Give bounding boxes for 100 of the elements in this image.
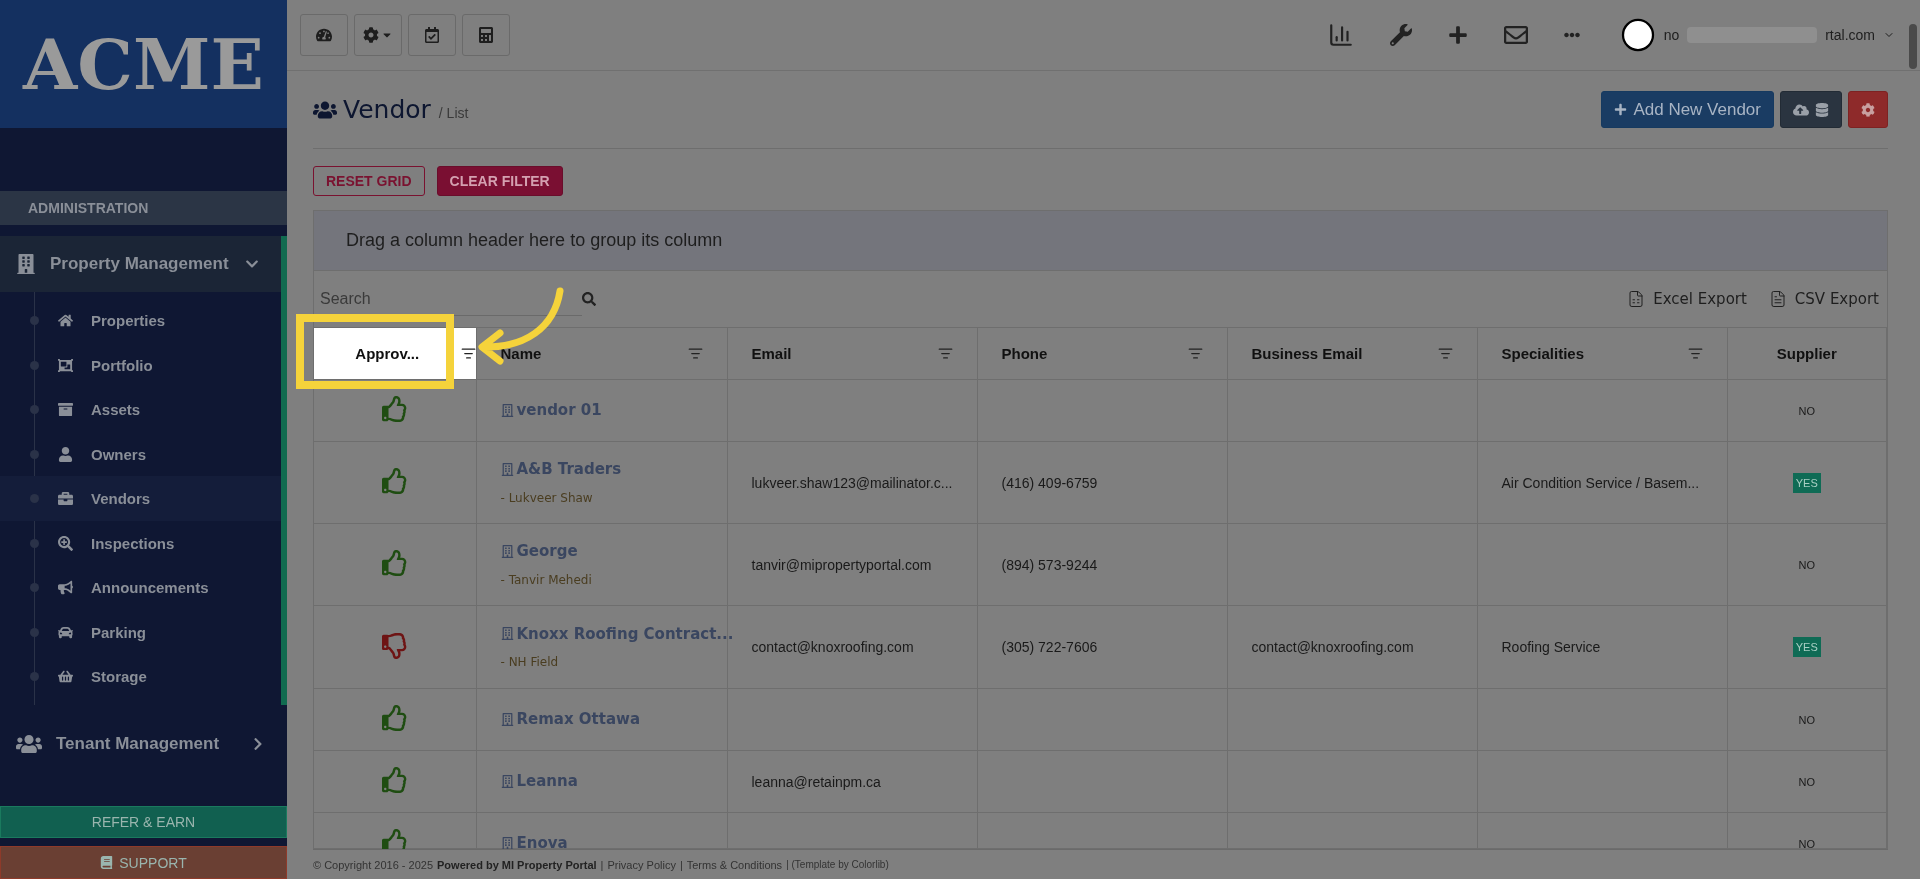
support-button[interactable]: SUPPORT bbox=[0, 846, 287, 879]
nav-icon bbox=[58, 357, 73, 373]
contact-name: - NH Field bbox=[500, 655, 560, 670]
nav-group[interactable]: Property Management bbox=[0, 236, 281, 293]
spreadsheet-file-icon bbox=[1627, 290, 1646, 308]
nav-item[interactable]: Parking bbox=[0, 610, 281, 655]
refer-button[interactable]: REFER & EARN bbox=[0, 806, 287, 839]
search-icon bbox=[582, 292, 596, 306]
file-icon bbox=[1768, 290, 1787, 308]
nav-icon bbox=[58, 624, 73, 640]
clear-filter-button[interactable]: CLEAR FILTER bbox=[436, 166, 563, 196]
supplier-badge: YES bbox=[1792, 472, 1821, 493]
column-header[interactable]: Approv... bbox=[314, 327, 476, 380]
footer-link[interactable]: Privacy Policy bbox=[607, 858, 676, 871]
calculator-icon bbox=[478, 27, 494, 43]
group-panel: Drag a column header here to group its column bbox=[314, 211, 1887, 270]
nav-item[interactable]: Storage bbox=[0, 654, 281, 699]
nav-item[interactable]: Owners bbox=[0, 432, 281, 477]
column-header[interactable]: Phone bbox=[977, 327, 1227, 380]
nav-icon bbox=[58, 535, 73, 551]
search-field[interactable]: Search bbox=[318, 282, 582, 316]
contact-name: - Tanvir Mehedi bbox=[500, 572, 593, 587]
contact-name: - Lukveer Shaw bbox=[500, 490, 594, 505]
column-header[interactable]: Specialities bbox=[1477, 327, 1727, 380]
nav-item[interactable]: Properties bbox=[0, 298, 281, 343]
wrench-icon[interactable] bbox=[1389, 24, 1412, 46]
column-header[interactable]: Name bbox=[476, 327, 727, 380]
plus-icon bbox=[1614, 103, 1628, 116]
section-heading: ADMINISTRATION bbox=[0, 191, 287, 226]
tree-dot bbox=[30, 627, 39, 637]
logo: ACME bbox=[0, 0, 287, 129]
tree-dot bbox=[30, 316, 39, 326]
table-cell: lukveer.shaw123@mailinator.c... bbox=[751, 474, 953, 491]
dashboard-button[interactable] bbox=[300, 14, 348, 56]
tree-dot bbox=[30, 583, 39, 593]
table-cell: (416) 409-6759 bbox=[1001, 474, 1098, 491]
database-icon bbox=[1815, 102, 1829, 117]
calculator-button[interactable] bbox=[462, 14, 510, 56]
footer-link[interactable]: Terms & Conditions bbox=[686, 858, 783, 871]
table-cell: Air Condition Service / Basem... bbox=[1501, 474, 1700, 491]
supplier-text: NO bbox=[1797, 836, 1816, 849]
settings-button[interactable] bbox=[1848, 91, 1888, 128]
avatar-icon[interactable] bbox=[1619, 17, 1656, 53]
user-email[interactable]: no bbox=[1663, 27, 1680, 43]
supplier-text: NO bbox=[1797, 774, 1816, 790]
building-icon bbox=[500, 462, 514, 476]
building-icon bbox=[500, 712, 514, 726]
nav-item[interactable]: Portfolio bbox=[0, 343, 281, 388]
csv-export-link[interactable]: CSV Export bbox=[1768, 290, 1879, 308]
table-cell: Roofing Service bbox=[1501, 639, 1601, 655]
table-cell: (305) 722-7606 bbox=[1001, 639, 1098, 655]
footer-text: | (Template by Colorlib) bbox=[786, 859, 889, 870]
tree-dot bbox=[30, 449, 39, 459]
building-icon bbox=[500, 403, 514, 417]
add-vendor-button[interactable]: Add New Vendor bbox=[1601, 91, 1774, 128]
mail-icon[interactable] bbox=[1503, 23, 1528, 47]
filter-icon[interactable] bbox=[460, 346, 476, 361]
calendar-icon bbox=[424, 27, 440, 43]
breadcrumb: / List bbox=[438, 104, 469, 121]
cloud-upload-icon bbox=[1793, 101, 1809, 118]
gear-icon bbox=[1861, 102, 1875, 117]
reset-grid-button[interactable]: RESET GRID bbox=[313, 166, 425, 196]
nav-icon bbox=[58, 402, 73, 418]
supplier-badge: YES bbox=[1792, 637, 1821, 657]
building-icon bbox=[500, 836, 514, 849]
tree-dot bbox=[30, 360, 39, 370]
nav-group[interactable]: Tenant Management bbox=[0, 716, 287, 772]
nav-item[interactable]: Inspections bbox=[0, 521, 281, 566]
table-cell: contact@knoxroofing.com bbox=[1251, 639, 1414, 655]
footer-text: | bbox=[679, 858, 683, 871]
user-email[interactable]: rtal.com bbox=[1825, 27, 1875, 43]
bar-chart-icon[interactable] bbox=[1327, 22, 1354, 48]
building-icon bbox=[500, 774, 514, 788]
nav-item[interactable]: Vendors bbox=[0, 476, 281, 521]
building-icon bbox=[500, 544, 514, 558]
column-header[interactable]: Business Email bbox=[1227, 327, 1477, 380]
table-cell: tanvir@mipropertyportal.com bbox=[751, 556, 932, 573]
calendar-button[interactable] bbox=[408, 14, 456, 56]
column-header[interactable]: Email bbox=[727, 327, 977, 380]
table-cell: leanna@retainpm.ca bbox=[751, 773, 881, 790]
footer-text: © Copyright 2016 - 2025 bbox=[313, 858, 433, 871]
nav-icon bbox=[58, 446, 73, 462]
settings-button[interactable] bbox=[354, 14, 402, 56]
supplier-text: NO bbox=[1797, 557, 1816, 573]
supplier-text: NO bbox=[1797, 403, 1816, 419]
table-cell: (894) 573-9244 bbox=[1001, 556, 1098, 573]
book-icon bbox=[100, 856, 114, 870]
table-cell: contact@knoxroofing.com bbox=[751, 639, 914, 655]
import-button[interactable] bbox=[1780, 91, 1842, 128]
page-title: Vendor bbox=[343, 95, 431, 124]
nav-item[interactable]: Assets bbox=[0, 387, 281, 432]
excel-export-link[interactable]: Excel Export bbox=[1627, 290, 1747, 308]
plus-icon[interactable] bbox=[1447, 25, 1468, 45]
column-header[interactable]: Supplier bbox=[1727, 327, 1887, 380]
tree-dot bbox=[30, 405, 39, 415]
nav-icon bbox=[58, 313, 73, 329]
tree-dot bbox=[30, 672, 39, 682]
gear-icon bbox=[363, 27, 379, 43]
nav-item[interactable]: Announcements bbox=[0, 565, 281, 610]
nav-icon bbox=[58, 669, 73, 685]
